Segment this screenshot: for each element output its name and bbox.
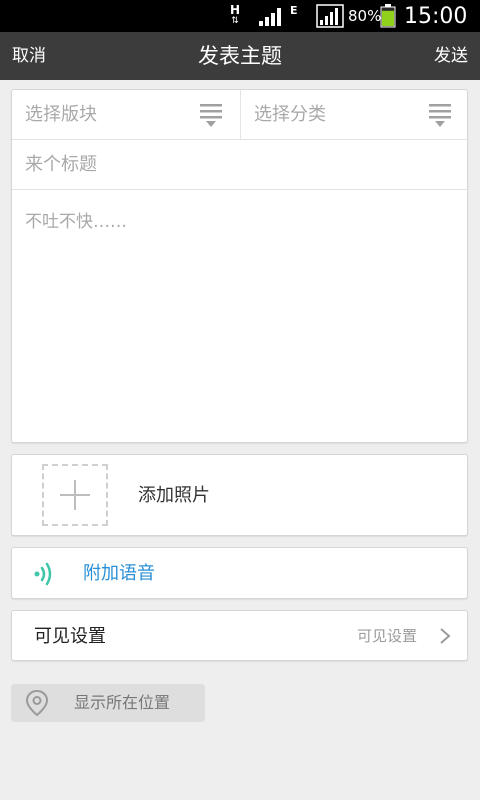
category-select[interactable]: 选择分类 bbox=[241, 90, 469, 140]
status-bar: H ⇅ E 80% 15:00 bbox=[0, 0, 480, 32]
send-button[interactable]: 发送 bbox=[434, 32, 468, 80]
network-h-label: H bbox=[230, 3, 241, 17]
location-pin-icon bbox=[25, 689, 49, 717]
board-select-label: 选择版块 bbox=[25, 104, 97, 125]
add-photo-box[interactable] bbox=[42, 464, 108, 526]
add-photo-label: 添加照片 bbox=[138, 485, 210, 506]
show-location-button[interactable]: 显示所在位置 bbox=[11, 684, 205, 722]
visibility-value: 可见设置 bbox=[356, 627, 417, 645]
visibility-settings-row[interactable]: 可见设置 可见设置 bbox=[11, 610, 468, 661]
clock: 15:00 bbox=[404, 3, 468, 29]
title-input[interactable] bbox=[12, 140, 467, 190]
battery-icon bbox=[380, 0, 396, 32]
visibility-label: 可见设置 bbox=[34, 626, 106, 647]
select-row: 选择版块 选择分类 bbox=[12, 90, 467, 140]
voice-wave-icon bbox=[34, 562, 52, 586]
title-bar: 取消 发表主题 发送 bbox=[0, 32, 480, 80]
board-select[interactable]: 选择版块 bbox=[12, 90, 241, 140]
plus-icon bbox=[60, 480, 90, 510]
wifi-icon bbox=[316, 0, 344, 32]
cancel-button[interactable]: 取消 bbox=[12, 32, 46, 80]
data-transfer-icon: H ⇅ bbox=[230, 3, 241, 26]
dropdown-menu-icon bbox=[200, 104, 222, 127]
dropdown-menu-icon bbox=[429, 104, 451, 127]
network-e-label: E bbox=[290, 3, 298, 17]
attach-voice-button[interactable]: 附加语音 bbox=[11, 547, 468, 599]
page-title: 发表主题 bbox=[198, 44, 282, 68]
signal-icon bbox=[258, 0, 284, 32]
post-form: 选择版块 选择分类 bbox=[11, 89, 468, 443]
chevron-right-icon bbox=[440, 628, 451, 644]
add-photo-button[interactable]: 添加照片 bbox=[11, 454, 468, 536]
category-select-label: 选择分类 bbox=[254, 104, 326, 125]
attach-voice-label: 附加语音 bbox=[83, 563, 155, 584]
body-textarea[interactable] bbox=[12, 191, 467, 441]
battery-percent: 80% bbox=[348, 7, 382, 25]
show-location-label: 显示所在位置 bbox=[74, 693, 171, 712]
